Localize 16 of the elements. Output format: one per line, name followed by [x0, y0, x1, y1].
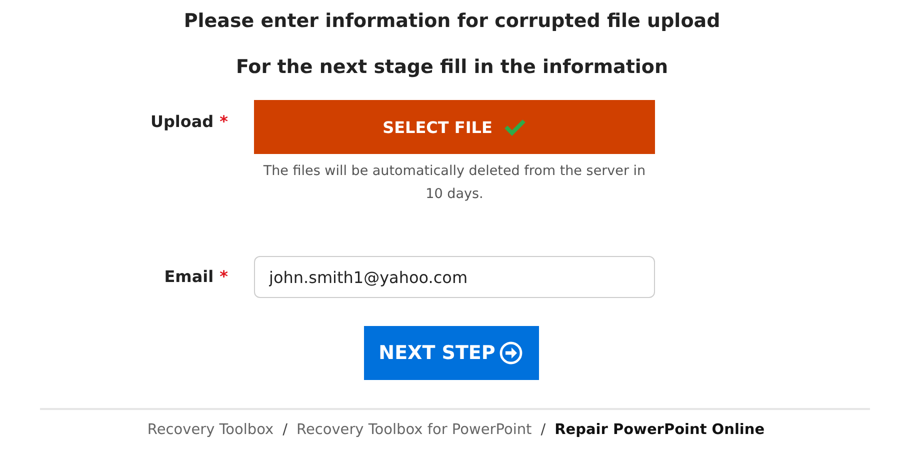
- select-file-button[interactable]: SELECT FILE: [254, 100, 655, 154]
- field-label: Upload: [150, 112, 214, 131]
- required-mark: *: [220, 112, 228, 131]
- breadcrumb-separator: /: [282, 422, 288, 438]
- heading: For the next stage fill in the information: [234, 55, 670, 80]
- breadcrumb-link[interactable]: Recovery Toolbox for PowerPoint: [296, 422, 532, 438]
- breadcrumb-separator: /: [540, 422, 546, 438]
- arrow-circle-icon: [499, 341, 524, 365]
- next-step-button[interactable]: NEXT STEP: [364, 326, 538, 380]
- breadcrumb-link[interactable]: Recovery Toolbox: [147, 422, 274, 438]
- help-text: The files will be automatically deleted from the server in 10 days.: [262, 162, 647, 204]
- field-label: Email: [164, 267, 214, 286]
- email-field[interactable]: john.smith1@yahoo.com: [254, 256, 655, 298]
- breadcrumb-current: Repair PowerPoint Online: [554, 422, 765, 438]
- heading: Please enter information for corrupted file upload: [182, 9, 722, 34]
- required-mark: *: [220, 267, 228, 286]
